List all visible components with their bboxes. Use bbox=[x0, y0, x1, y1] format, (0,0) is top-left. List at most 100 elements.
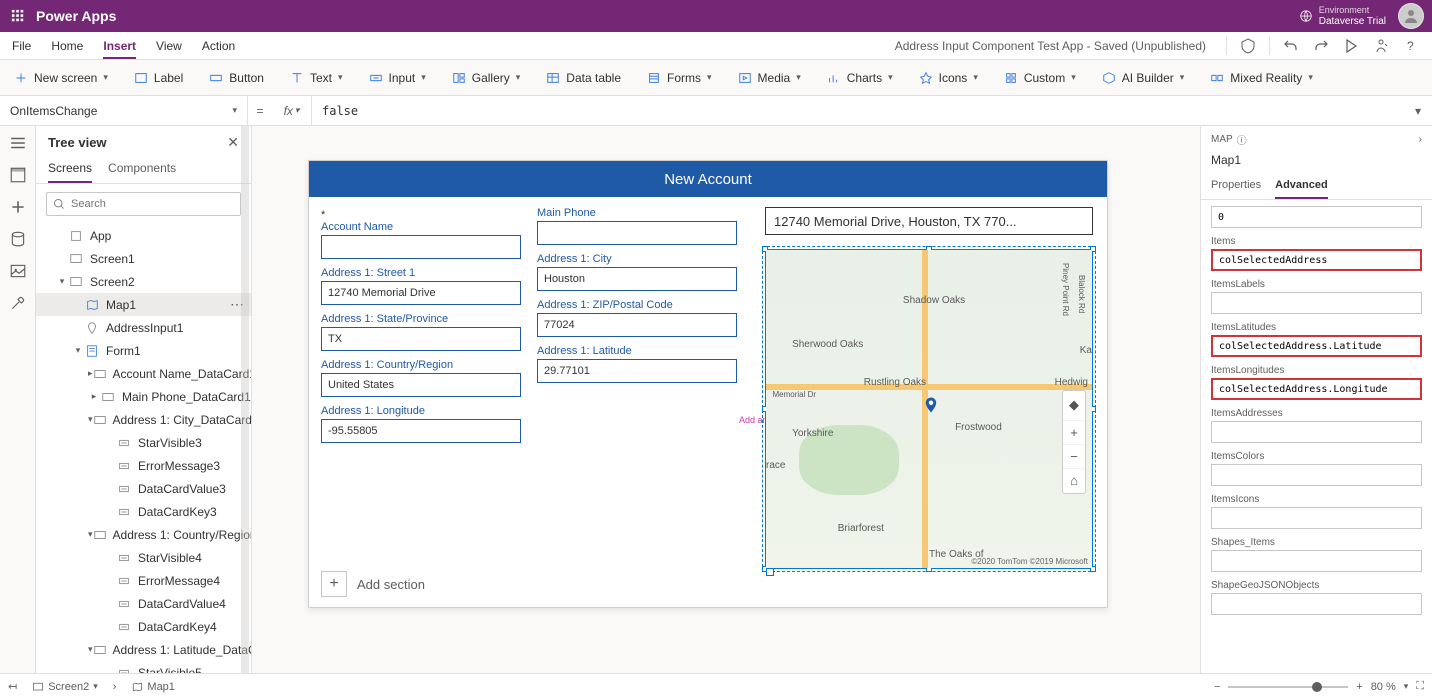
tools-icon[interactable] bbox=[9, 294, 27, 312]
prop-input[interactable] bbox=[1211, 421, 1422, 443]
tree-node[interactable]: StarVisible4 bbox=[36, 546, 251, 569]
map-controls[interactable]: ◆ + − ⌂ bbox=[1062, 390, 1086, 494]
form-input[interactable] bbox=[321, 419, 521, 443]
tree-view-icon[interactable] bbox=[9, 166, 27, 184]
ribbon-label[interactable]: Label bbox=[130, 69, 187, 87]
breadcrumb-control[interactable]: Map1 bbox=[126, 678, 180, 696]
tree-node[interactable]: Screen1 bbox=[36, 247, 251, 270]
tree-node[interactable]: DataCardValue4 bbox=[36, 592, 251, 615]
data-icon[interactable] bbox=[9, 230, 27, 248]
prop-input[interactable] bbox=[1211, 464, 1422, 486]
form-input[interactable] bbox=[321, 281, 521, 305]
tree-node[interactable]: ▾Screen2 bbox=[36, 270, 251, 293]
tree-node[interactable]: DataCardValue3 bbox=[36, 477, 251, 500]
ribbon-charts[interactable]: Charts▾ bbox=[823, 69, 897, 87]
tab-screens[interactable]: Screens bbox=[48, 155, 92, 183]
ribbon-gallery[interactable]: Gallery▾ bbox=[448, 69, 525, 87]
prop-input[interactable] bbox=[1211, 593, 1422, 615]
media-icon[interactable] bbox=[9, 262, 27, 280]
tree-node[interactable]: ▸Main Phone_DataCard1 bbox=[36, 385, 251, 408]
chevron-right-icon[interactable]: › bbox=[1419, 134, 1422, 145]
tree-node[interactable]: ErrorMessage3 bbox=[36, 454, 251, 477]
tree-node[interactable]: DataCardKey3 bbox=[36, 500, 251, 523]
ribbon-mixed-reality[interactable]: Mixed Reality▾ bbox=[1206, 69, 1317, 87]
ribbon-button[interactable]: Button bbox=[205, 69, 268, 87]
play-icon[interactable] bbox=[1342, 37, 1360, 55]
close-icon[interactable]: ✕ bbox=[227, 134, 239, 151]
form-input[interactable] bbox=[321, 373, 521, 397]
tree-search-input[interactable] bbox=[71, 198, 234, 210]
add-section[interactable]: + Add section bbox=[321, 571, 425, 597]
fit-icon[interactable]: ⛶ bbox=[1416, 680, 1424, 693]
zoom-in-icon[interactable]: + bbox=[1063, 421, 1085, 445]
breadcrumb-screen[interactable]: Screen2 ▾ bbox=[27, 678, 103, 696]
panel-tab-properties[interactable]: Properties bbox=[1211, 173, 1261, 199]
zoom-slider[interactable] bbox=[1228, 686, 1348, 688]
ribbon-text[interactable]: Text▾ bbox=[286, 69, 347, 87]
user-avatar[interactable] bbox=[1398, 3, 1424, 29]
prop-input[interactable] bbox=[1211, 292, 1422, 314]
form-input[interactable] bbox=[537, 359, 737, 383]
tab-components[interactable]: Components bbox=[108, 155, 176, 183]
ribbon-forms[interactable]: Forms▾ bbox=[643, 69, 716, 87]
canvas[interactable]: New Account *Account NameAddress 1: Stre… bbox=[252, 126, 1200, 673]
prop-input[interactable] bbox=[1211, 378, 1422, 400]
plus-icon[interactable]: + bbox=[321, 571, 347, 597]
prop-input[interactable] bbox=[1211, 249, 1422, 271]
environment-info[interactable]: Environment Dataverse Trial bbox=[1319, 5, 1386, 27]
redo-icon[interactable] bbox=[1312, 37, 1330, 55]
share-icon[interactable] bbox=[1372, 37, 1390, 55]
menu-action[interactable]: Action bbox=[202, 35, 235, 57]
menu-file[interactable]: File bbox=[12, 35, 31, 57]
menu-home[interactable]: Home bbox=[51, 35, 83, 57]
locate-icon[interactable]: ⌂ bbox=[1063, 469, 1085, 493]
expand-formula-icon[interactable]: ▾ bbox=[1404, 104, 1432, 118]
tree-node[interactable]: ▾Address 1: City_DataCard1 bbox=[36, 408, 251, 431]
prop-input-top[interactable] bbox=[1211, 206, 1422, 228]
zoom-out-icon[interactable]: − bbox=[1063, 445, 1085, 469]
form-input[interactable] bbox=[537, 313, 737, 337]
tree-search[interactable] bbox=[46, 192, 241, 216]
app-checker-icon[interactable] bbox=[1239, 37, 1257, 55]
scrollbar[interactable] bbox=[241, 126, 249, 673]
zoom-out-button[interactable]: − bbox=[1214, 681, 1220, 693]
ribbon-new-screen[interactable]: New screen▾ bbox=[10, 69, 112, 87]
prop-input[interactable] bbox=[1211, 335, 1422, 357]
tree-node[interactable]: StarVisible5 bbox=[36, 661, 251, 673]
ribbon-custom[interactable]: Custom▾ bbox=[1000, 69, 1080, 87]
help-icon[interactable]: ? bbox=[1402, 37, 1420, 55]
prop-input[interactable] bbox=[1211, 550, 1422, 572]
menu-view[interactable]: View bbox=[156, 35, 182, 57]
ribbon-data-table[interactable]: Data table bbox=[542, 69, 625, 87]
tree-node[interactable]: ▾Address 1: Latitude_DataCard1 bbox=[36, 638, 251, 661]
info-icon[interactable]: ⓘ bbox=[1237, 132, 1247, 147]
compass-icon[interactable]: ◆ bbox=[1063, 391, 1085, 421]
ribbon-icons[interactable]: Icons▾ bbox=[915, 69, 982, 87]
hamburger-icon[interactable] bbox=[9, 134, 27, 152]
ribbon-media[interactable]: Media▾ bbox=[734, 69, 805, 87]
zoom-in-button[interactable]: + bbox=[1356, 681, 1362, 693]
menu-insert[interactable]: Insert bbox=[103, 35, 136, 59]
tree-node[interactable]: ErrorMessage4 bbox=[36, 569, 251, 592]
map-control[interactable]: Shadow Oaks Sherwood Oaks Rustling Oaks … bbox=[765, 249, 1093, 569]
insert-icon[interactable] bbox=[9, 198, 27, 216]
ribbon-input[interactable]: Input▾ bbox=[365, 69, 430, 87]
app-launcher-icon[interactable] bbox=[8, 6, 28, 26]
tree-node[interactable]: AddressInput1 bbox=[36, 316, 251, 339]
property-selector[interactable]: OnItemsChange ▾ bbox=[0, 96, 248, 125]
tree-node[interactable]: ▾Address 1: Country/Region_DataCard1 bbox=[36, 523, 251, 546]
panel-tab-advanced[interactable]: Advanced bbox=[1275, 173, 1328, 199]
ribbon-ai-builder[interactable]: AI Builder▾ bbox=[1098, 69, 1189, 87]
form-input[interactable] bbox=[321, 327, 521, 351]
tree-node[interactable]: ▸Account Name_DataCard1 bbox=[36, 362, 251, 385]
form-input[interactable] bbox=[321, 235, 521, 259]
formula-input[interactable] bbox=[312, 96, 1404, 125]
form-input[interactable] bbox=[537, 267, 737, 291]
tree-node[interactable]: ▾Form1 bbox=[36, 339, 251, 362]
prop-input[interactable] bbox=[1211, 507, 1422, 529]
nav-left-icon[interactable]: ↤ bbox=[8, 680, 17, 693]
tree-node[interactable]: Map1⋯ bbox=[36, 293, 251, 316]
form-input[interactable] bbox=[537, 221, 737, 245]
undo-icon[interactable] bbox=[1282, 37, 1300, 55]
fx-label[interactable]: fx▾ bbox=[272, 96, 312, 125]
